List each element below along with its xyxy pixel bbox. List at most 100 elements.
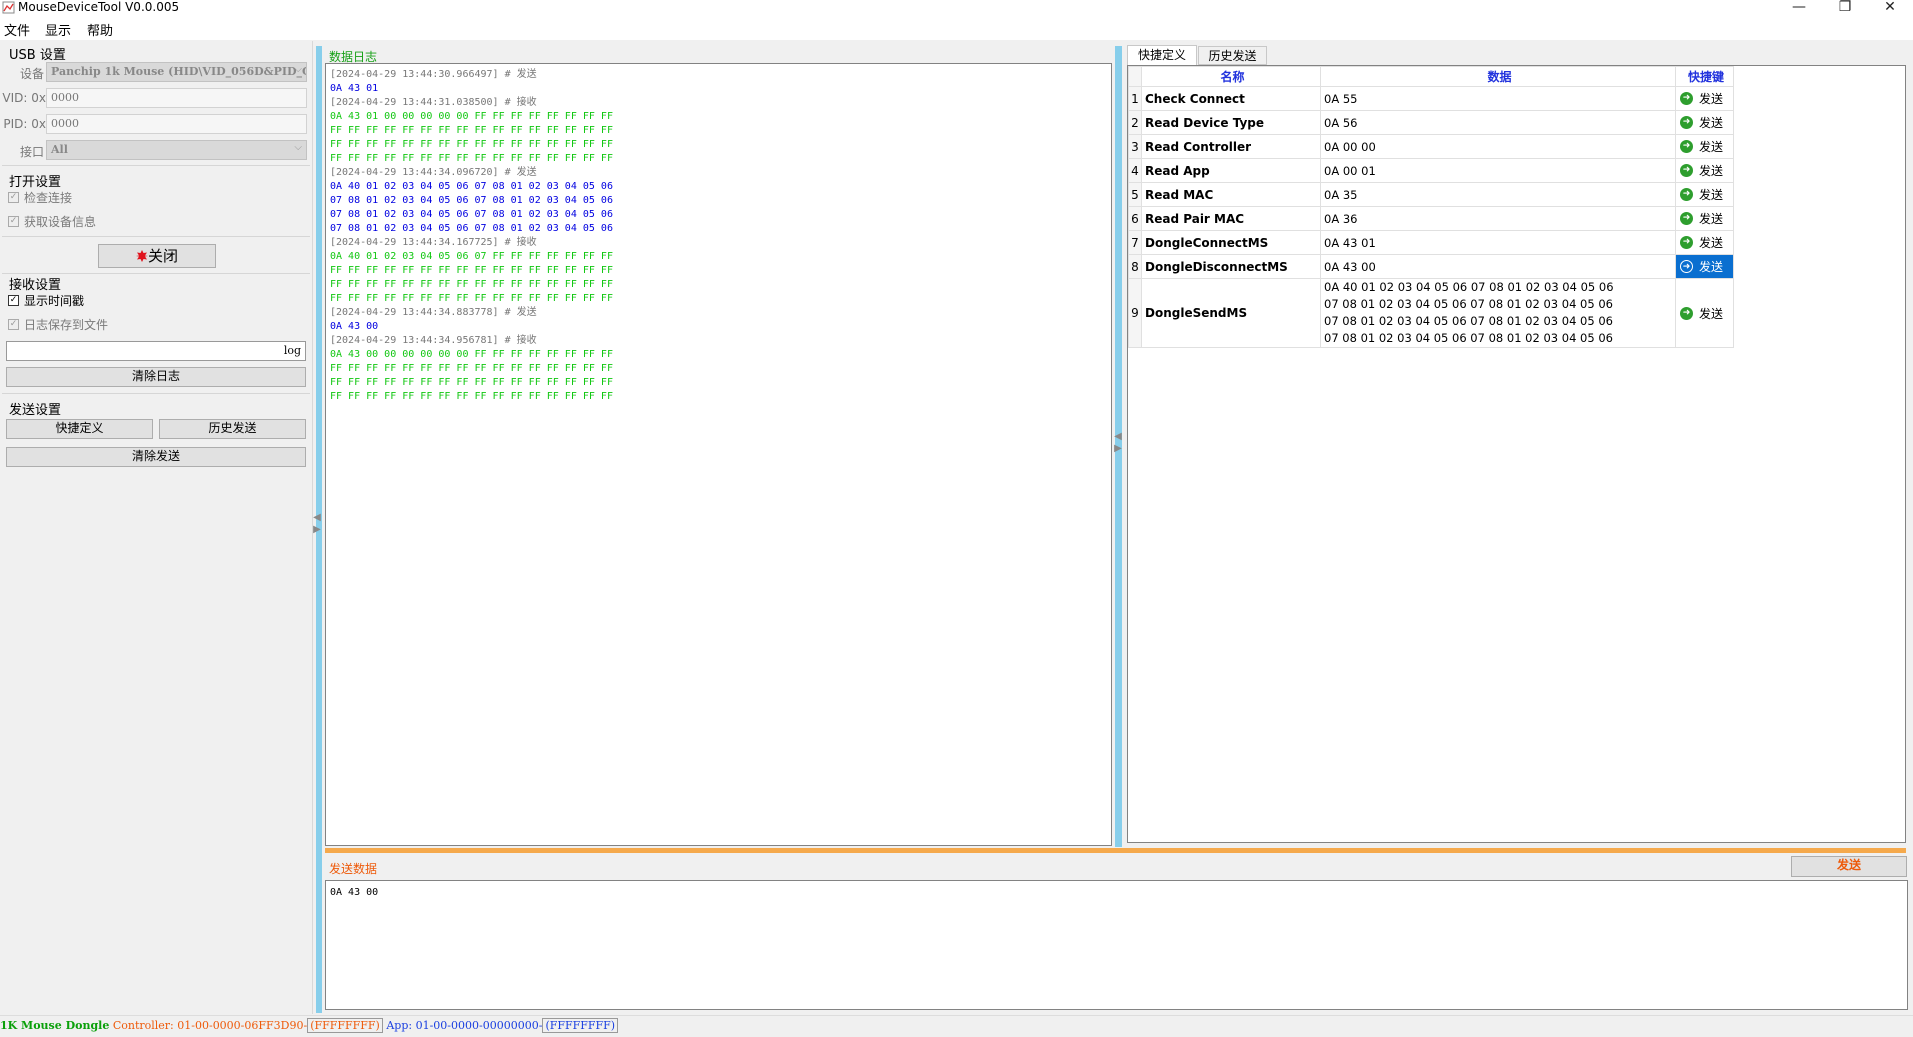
pid-input[interactable]: 0000 bbox=[46, 114, 307, 134]
clear-log-button[interactable]: 清除日志 bbox=[6, 367, 306, 387]
command-data-line: 0A 43 00 bbox=[1324, 259, 1376, 274]
arrow-right-circle-icon: ➜ bbox=[1680, 140, 1693, 153]
send-button[interactable]: 发送 bbox=[1791, 856, 1907, 877]
table-row[interactable]: 4 Read App 0A 00 01 ➜ 发送 bbox=[1128, 158, 1734, 183]
command-name[interactable]: DongleConnectMS bbox=[1141, 230, 1321, 255]
menu-help[interactable]: 帮助 bbox=[87, 20, 113, 39]
row-send-button[interactable]: ➜ 发送 bbox=[1676, 159, 1733, 182]
row-send-button[interactable]: ➜ 发送 bbox=[1676, 255, 1733, 278]
close-device-label: 关闭 bbox=[147, 247, 178, 265]
command-data[interactable]: 0A 00 00 bbox=[1320, 134, 1676, 159]
menu-view[interactable]: 显示 bbox=[45, 20, 71, 39]
command-name[interactable]: Read Controller bbox=[1141, 134, 1321, 159]
row-number: 5 bbox=[1128, 182, 1142, 207]
get-device-info-checkbox[interactable]: ✓ bbox=[8, 216, 19, 227]
check-connect-label: 检查连接 bbox=[24, 191, 73, 205]
command-name[interactable]: DongleSendMS bbox=[1141, 278, 1321, 348]
chevron-down-icon: ⌵ bbox=[294, 64, 302, 75]
window-title: MouseDeviceTool V0.0.005 bbox=[18, 0, 180, 14]
table-row[interactable]: 5 Read MAC 0A 35 ➜ 发送 bbox=[1128, 182, 1734, 207]
device-select-value: Panchip 1k Mouse (HID\VID_056D&PID_C bbox=[51, 65, 307, 78]
log-recv-line: FF FF FF FF FF FF FF FF FF FF FF FF FF F… bbox=[330, 363, 613, 374]
send-settings-title: 发送设置 bbox=[9, 403, 62, 418]
tab-history-send[interactable]: 历史发送 bbox=[1198, 46, 1267, 65]
data-column-header: 数据 bbox=[1320, 66, 1676, 87]
clear-send-button[interactable]: 清除发送 bbox=[6, 447, 306, 467]
row-send-button[interactable]: ➜ 发送 bbox=[1676, 87, 1733, 110]
command-data[interactable]: 0A 56 bbox=[1320, 110, 1676, 135]
shortcut-cell: ➜ 发送 bbox=[1675, 86, 1734, 111]
name-column-header: 名称 bbox=[1141, 66, 1321, 87]
log-filename-input[interactable]: log bbox=[6, 341, 306, 361]
command-name[interactable]: Read MAC bbox=[1141, 182, 1321, 207]
row-number: 4 bbox=[1128, 158, 1142, 183]
log-timestamp-line: [2024-04-29 13:44:31.038500] # 接收 bbox=[330, 97, 537, 108]
log-timestamp-line: [2024-04-29 13:44:34.956781] # 接收 bbox=[330, 335, 537, 346]
command-name[interactable]: Read Device Type bbox=[1141, 110, 1321, 135]
command-data[interactable]: 0A 43 00 bbox=[1320, 254, 1676, 279]
row-number: 7 bbox=[1128, 230, 1142, 255]
check-connect-checkbox[interactable]: ✓ bbox=[8, 192, 19, 203]
command-data[interactable]: 0A 43 01 bbox=[1320, 230, 1676, 255]
collapse-left-icon[interactable]: ◀ ▶ bbox=[313, 512, 321, 536]
log-recv-line: 0A 43 01 00 00 00 00 00 FF FF FF FF FF F… bbox=[330, 111, 613, 122]
close-device-button[interactable]: 关闭 bbox=[98, 244, 216, 268]
shortcut-cell: ➜ 发送 bbox=[1675, 230, 1734, 255]
table-row[interactable]: 8 DongleDisconnectMS 0A 43 00 ➜ 发送 bbox=[1128, 254, 1734, 279]
command-data[interactable]: 0A 35 bbox=[1320, 182, 1676, 207]
port-select[interactable]: All ⌵ bbox=[46, 140, 307, 160]
table-row[interactable]: 3 Read Controller 0A 00 00 ➜ 发送 bbox=[1128, 134, 1734, 159]
arrow-right-circle-icon: ➜ bbox=[1680, 306, 1693, 320]
row-send-button[interactable]: ➜ 发送 bbox=[1676, 183, 1733, 206]
command-data[interactable]: 0A 55 bbox=[1320, 86, 1676, 111]
row-send-button[interactable]: ➜ 发送 bbox=[1676, 207, 1733, 230]
restore-button[interactable]: ❐ bbox=[1822, 0, 1868, 16]
row-number: 1 bbox=[1128, 86, 1142, 111]
row-send-label: 发送 bbox=[1699, 92, 1724, 106]
row-number: 2 bbox=[1128, 110, 1142, 135]
quick-define-table: 名称 数据 快捷键 1 Check Connect 0A 55 ➜ 发送 2 Read De… bbox=[1128, 66, 1734, 348]
log-recv-line: FF FF FF FF FF FF FF FF FF FF FF FF FF F… bbox=[330, 293, 613, 304]
command-name[interactable]: DongleDisconnectMS bbox=[1141, 254, 1321, 279]
command-data[interactable]: 0A 36 bbox=[1320, 206, 1676, 231]
command-name[interactable]: Read App bbox=[1141, 158, 1321, 183]
table-row[interactable]: 9 DongleSendMS 0A 40 01 02 03 04 05 06 07 … bbox=[1128, 278, 1734, 348]
command-name[interactable]: Check Connect bbox=[1141, 86, 1321, 111]
status-controller-version: Controller: 01-00-0000-06FF3D90- bbox=[112, 1019, 308, 1032]
send-splitter[interactable] bbox=[325, 848, 1906, 853]
minimize-button[interactable]: — bbox=[1776, 0, 1822, 16]
log-recv-line: FF FF FF FF FF FF FF FF FF FF FF FF FF F… bbox=[330, 265, 613, 276]
table-row[interactable]: 1 Check Connect 0A 55 ➜ 发送 bbox=[1128, 86, 1734, 111]
command-data-line: 07 08 01 02 03 04 05 06 07 08 01 02 03 0… bbox=[1324, 314, 1613, 328]
close-window-button[interactable]: ✕ bbox=[1867, 0, 1913, 16]
vid-input[interactable]: 0000 bbox=[46, 88, 307, 108]
shortcut-cell: ➜ 发送 bbox=[1675, 278, 1734, 348]
send-data-input[interactable]: 0A 43 00 bbox=[325, 880, 1908, 1010]
row-send-button[interactable]: ➜ 发送 bbox=[1676, 111, 1733, 134]
collapse-middle-icon[interactable]: ◀ ▶ bbox=[1114, 431, 1122, 455]
quick-define-button[interactable]: 快捷定义 bbox=[6, 419, 153, 439]
log-recv-line: FF FF FF FF FF FF FF FF FF FF FF FF FF F… bbox=[330, 377, 613, 388]
table-row[interactable]: 7 DongleConnectMS 0A 43 01 ➜ 发送 bbox=[1128, 230, 1734, 255]
recv-settings-title: 接收设置 bbox=[9, 278, 62, 293]
device-label: 设备 bbox=[19, 67, 44, 81]
quick-define-rows: 1 Check Connect 0A 55 ➜ 发送 2 Read Device Type 0… bbox=[1128, 86, 1734, 348]
row-num-header bbox=[1128, 66, 1142, 87]
app-icon bbox=[2, 1, 15, 14]
row-send-button[interactable]: ➜ 发送 bbox=[1676, 231, 1733, 254]
command-data[interactable]: 0A 00 01 bbox=[1320, 158, 1676, 183]
menu-file[interactable]: 文件 bbox=[4, 20, 30, 39]
tab-quick-define[interactable]: 快捷定义 bbox=[1127, 45, 1197, 66]
row-send-button[interactable]: ➜ 发送 bbox=[1676, 135, 1733, 158]
command-data-line: 07 08 01 02 03 04 05 06 07 08 01 02 03 0… bbox=[1324, 331, 1613, 345]
save-log-checkbox[interactable]: ✓ bbox=[8, 319, 19, 330]
log-view[interactable]: [2024-04-29 13:44:30.966497] # 发送 0A 43 0… bbox=[325, 63, 1112, 846]
device-select[interactable]: Panchip 1k Mouse (HID\VID_056D&PID_C ⌵ bbox=[46, 62, 307, 82]
command-name[interactable]: Read Pair MAC bbox=[1141, 206, 1321, 231]
table-row[interactable]: 2 Read Device Type 0A 56 ➜ 发送 bbox=[1128, 110, 1734, 135]
table-row[interactable]: 6 Read Pair MAC 0A 36 ➜ 发送 bbox=[1128, 206, 1734, 231]
history-send-button[interactable]: 历史发送 bbox=[159, 419, 306, 439]
command-data[interactable]: 0A 40 01 02 03 04 05 06 07 08 01 02 03 0… bbox=[1320, 278, 1676, 348]
show-timestamp-checkbox[interactable]: ✓ bbox=[8, 295, 19, 306]
row-send-button[interactable]: ➜ 发送 bbox=[1676, 279, 1733, 347]
